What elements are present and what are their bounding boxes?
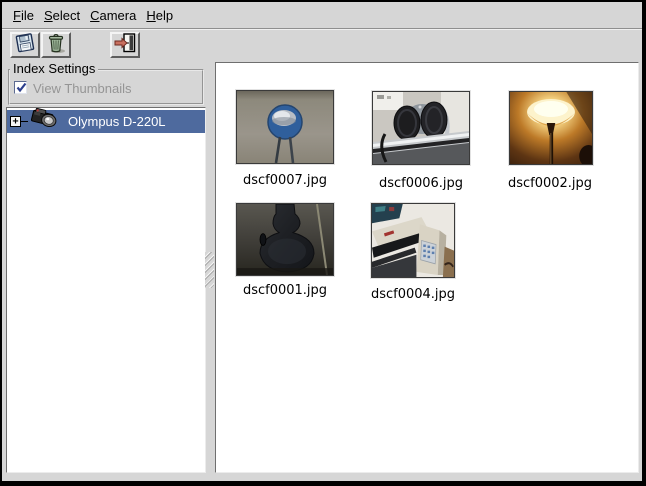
tree-expander-icon[interactable]: + [10, 116, 21, 127]
trash-icon [45, 32, 67, 59]
thumbnail-caption[interactable]: dscf0004.jpg [348, 287, 478, 302]
guitar-case-photo [237, 204, 333, 275]
exit-button[interactable] [110, 32, 140, 58]
thumbnail-caption[interactable]: dscf0007.jpg [220, 173, 350, 188]
index-settings-title: Index Settings [10, 61, 98, 76]
checkmark-icon [15, 81, 28, 94]
thumbnail-dscf0006[interactable] [371, 90, 471, 166]
camera-icon [30, 108, 60, 136]
exit-door-icon [113, 32, 137, 59]
delete-button[interactable] [41, 32, 71, 58]
menu-select[interactable]: Select [42, 6, 82, 25]
lamp-photo [510, 92, 592, 164]
printer-photo [372, 204, 454, 277]
app-window: File Select Camera Help [2, 2, 642, 481]
pane-resize-grip[interactable] [205, 252, 214, 288]
menubar: File Select Camera Help [2, 2, 642, 29]
thumbnail-dscf0007[interactable] [235, 89, 335, 165]
menu-help[interactable]: Help [144, 6, 175, 25]
thumbnail-dscf0004[interactable] [370, 202, 456, 279]
thumbnail-caption[interactable]: dscf0006.jpg [356, 176, 486, 191]
thumbnail-dscf0002[interactable] [508, 90, 594, 166]
view-thumbnails-checkbox[interactable] [14, 81, 27, 94]
menu-file[interactable]: File [11, 6, 36, 25]
tree-connector-line [21, 121, 28, 122]
menu-camera[interactable]: Camera [88, 6, 138, 25]
save-button[interactable] [10, 32, 40, 58]
camera-tree: + Olympus D-220L [6, 107, 206, 473]
headphones-photo [373, 92, 469, 164]
tree-item-label: Olympus D-220L [68, 114, 166, 129]
thermistor-photo [237, 91, 333, 163]
floppy-disk-icon [14, 32, 36, 59]
thumbnail-dscf0001[interactable] [235, 202, 335, 277]
thumbnail-caption[interactable]: dscf0001.jpg [220, 283, 350, 298]
tree-item-olympus[interactable]: + Olympus D-220L [7, 110, 205, 133]
view-thumbnails-label: View Thumbnails [33, 81, 132, 96]
thumbnail-caption[interactable]: dscf0002.jpg [485, 176, 615, 191]
